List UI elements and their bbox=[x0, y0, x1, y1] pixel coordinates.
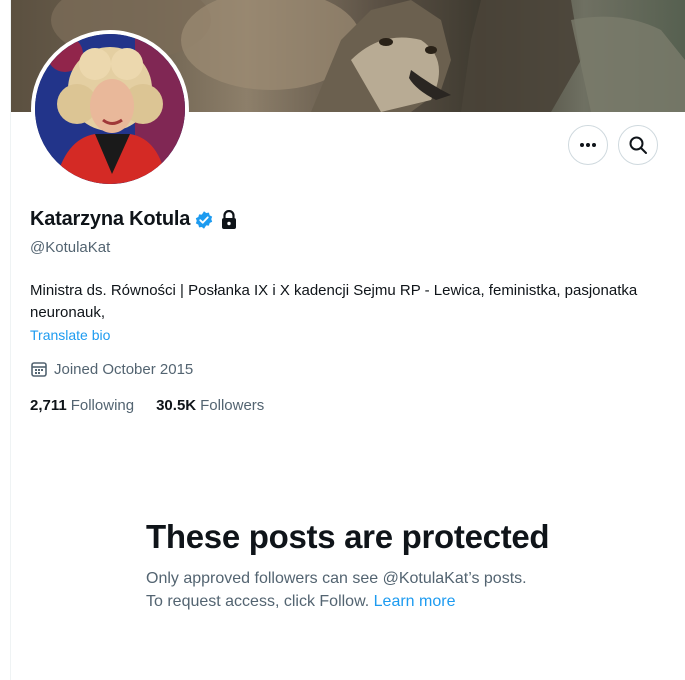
followers-label: Followers bbox=[200, 397, 265, 414]
protected-body: Only approved followers can see @KotulaK… bbox=[146, 567, 546, 613]
calendar-icon bbox=[30, 360, 48, 378]
translate-bio-link[interactable]: Translate bio bbox=[30, 327, 110, 343]
profile-column: Katarzyna Kotula @KotulaKat Ministra ds.… bbox=[10, 0, 685, 680]
followers-count: 30.5K bbox=[156, 397, 197, 414]
follow-stats: 2,711 Following 30.5K Followers bbox=[30, 397, 264, 414]
search-button[interactable] bbox=[618, 125, 658, 165]
profile-avatar[interactable] bbox=[31, 30, 189, 188]
following-link[interactable]: 2,711 Following bbox=[30, 397, 134, 414]
joined-text: Joined October 2015 bbox=[54, 360, 194, 378]
followers-link[interactable]: 30.5K Followers bbox=[156, 397, 264, 414]
search-icon bbox=[629, 136, 647, 154]
following-count: 2,711 bbox=[30, 397, 67, 414]
protected-notice: These posts are protected Only approved … bbox=[146, 516, 566, 613]
protected-body-text: Only approved followers can see @KotulaK… bbox=[146, 570, 527, 610]
learn-more-link[interactable]: Learn more bbox=[374, 593, 456, 610]
verified-badge-icon[interactable] bbox=[194, 210, 214, 230]
more-button[interactable] bbox=[568, 125, 608, 165]
following-label: Following bbox=[70, 397, 135, 414]
lock-icon bbox=[220, 209, 238, 230]
profile-name-row: Katarzyna Kotula bbox=[30, 208, 238, 231]
joined-date: Joined October 2015 bbox=[30, 360, 193, 378]
display-name: Katarzyna Kotula bbox=[30, 208, 191, 230]
protected-title: These posts are protected bbox=[146, 518, 550, 555]
avatar-photo bbox=[35, 34, 185, 184]
profile-bio: Ministra ds. Równości | Posłanka IX i X … bbox=[30, 282, 638, 321]
profile-handle: @KotulaKat bbox=[30, 239, 111, 256]
more-horizontal-icon bbox=[580, 143, 596, 147]
